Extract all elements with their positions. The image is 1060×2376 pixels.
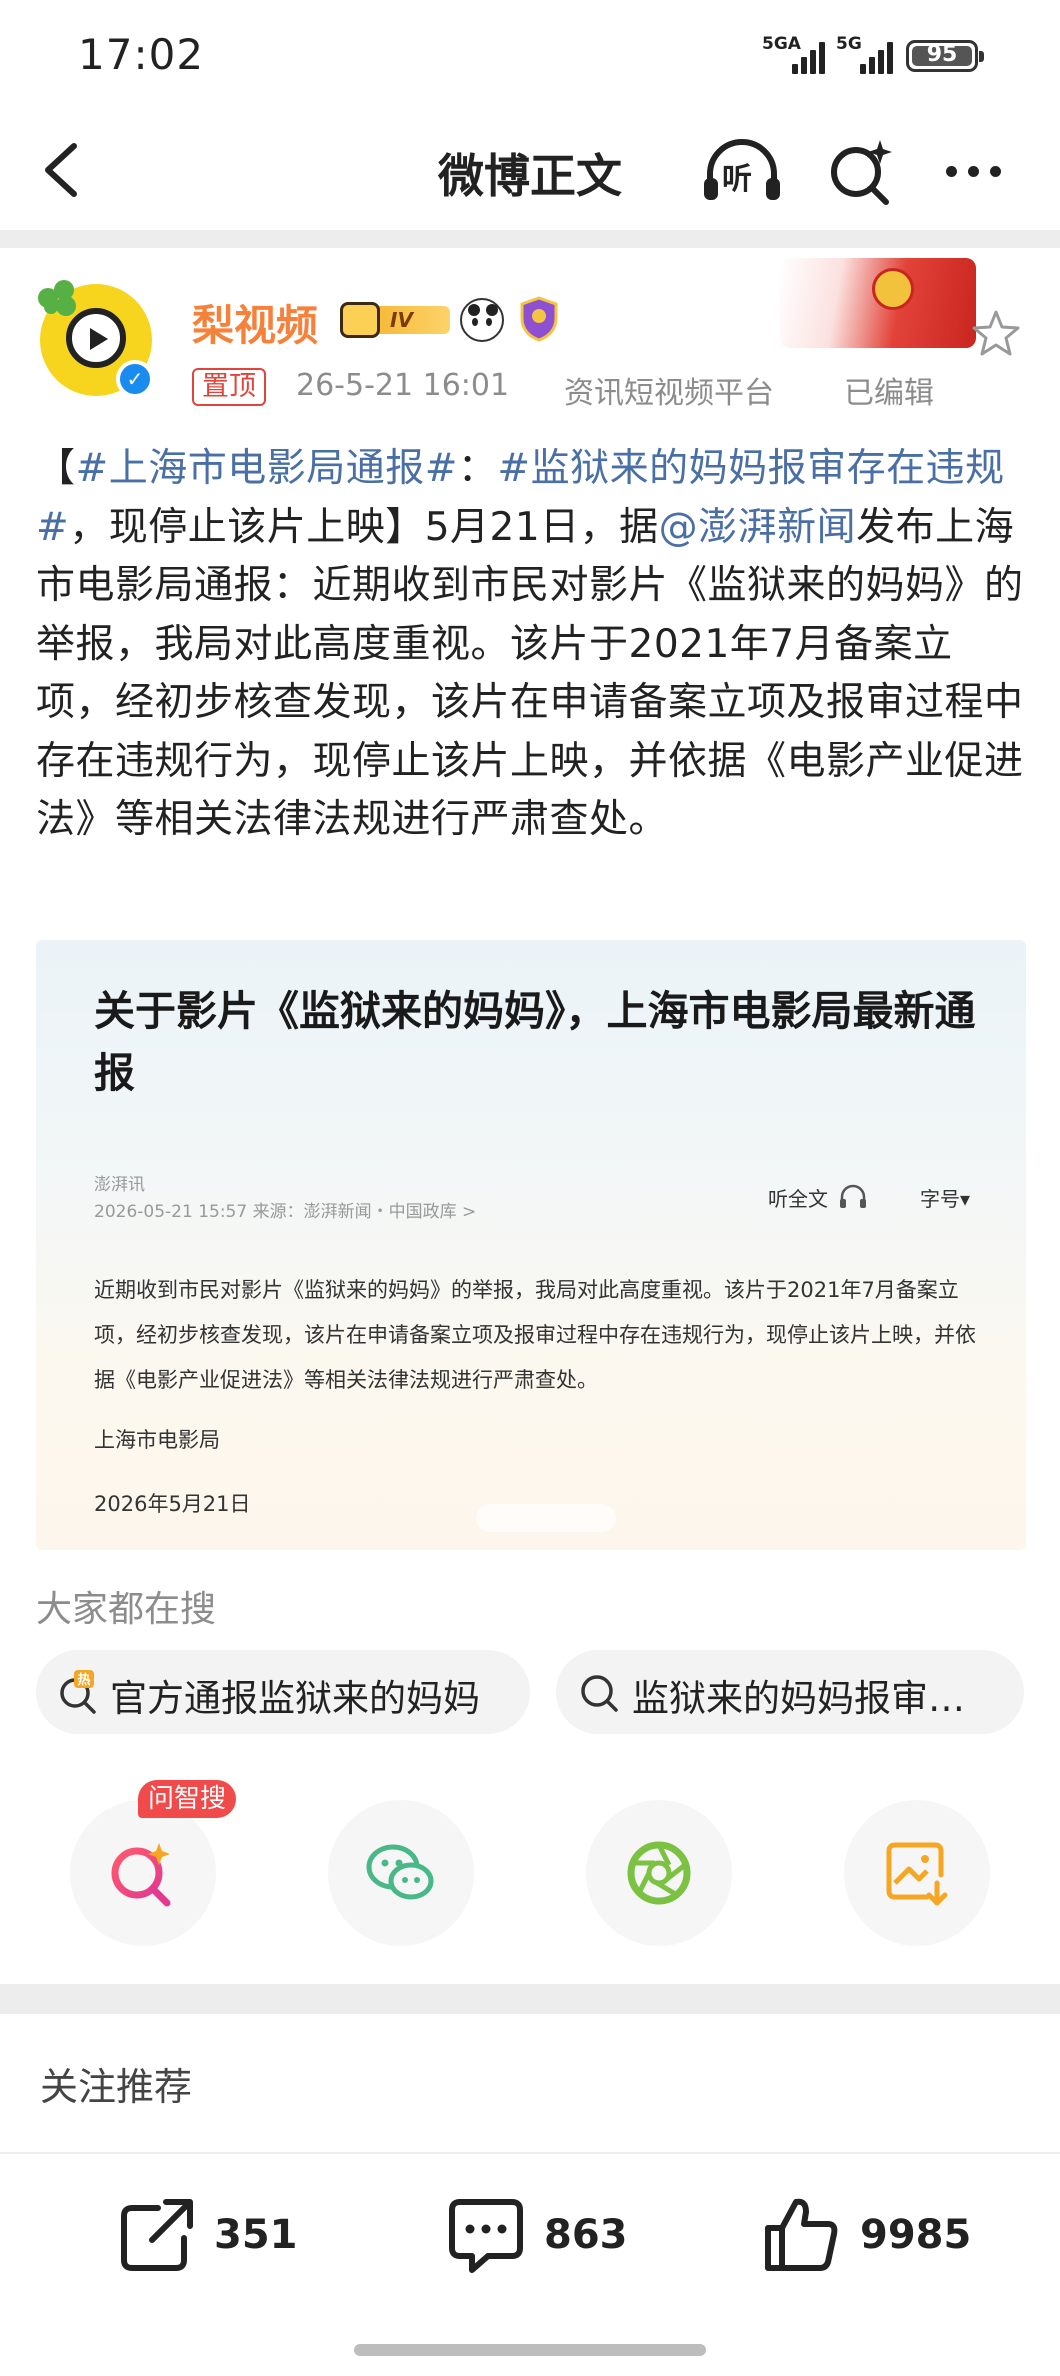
comment-button[interactable]: 863 [446, 2190, 646, 2280]
colon: ： [457, 446, 498, 491]
shield-badge-icon[interactable] [518, 296, 560, 342]
ai-search-share-button[interactable] [70, 1800, 216, 1946]
bracket-open: 【 [36, 446, 76, 491]
article-body: 近期收到市民对影片《监狱来的妈妈》的举报，我局对此高度重视。该片于2021年7月… [94, 1278, 976, 1392]
vip-level: IV [370, 306, 450, 334]
article-listen-label: 听全文 [768, 1187, 828, 1211]
moments-share-button[interactable] [586, 1800, 732, 1946]
thumbs-up-icon [765, 2198, 838, 2271]
post-body: 发布上海市电影局通报：近期收到市民对影片《监狱来的妈妈》的举报，我局对此高度重视… [36, 504, 1024, 843]
post-text: 【#上海市电影局通报#：#监狱来的妈妈报审存在违规#，现停止该片上映】5月21日… [36, 440, 1026, 850]
clover-icon [36, 278, 80, 322]
network-type-label-2: 5G [836, 34, 862, 54]
cellular-signal-icon: 5GA [762, 34, 832, 76]
listen-button[interactable]: 听 [700, 136, 784, 206]
follow-recommend-heading: 关注推荐 [40, 2065, 193, 2109]
article-signature: 上海市电影局 [94, 1428, 220, 1452]
post-text-part: ，现停止该片上映】5月21日，据 [69, 504, 659, 550]
post-image[interactable]: 关于影片《监狱来的妈妈》，上海市电影局最新通报 澎湃讯 2026-05-21 1… [36, 940, 1026, 1550]
follow-recommend-section: 关注推荐 [0, 2014, 1060, 2152]
hot-search-icon: 热 [60, 1670, 96, 1714]
battery-level: 95 [926, 42, 958, 67]
svg-text:热: 热 [77, 1672, 90, 1688]
search-sparkle-icon [831, 140, 892, 205]
battery-icon: 95 [906, 40, 984, 72]
ai-search-badge: 问智搜 [138, 1780, 237, 1818]
article-sign-date: 2026年5月21日 [94, 1492, 251, 1516]
repost-count: 351 [214, 2212, 298, 2258]
status-time: 17:02 [78, 30, 205, 79]
article-source: 澎湃讯 [94, 1175, 145, 1195]
panda-icon[interactable] [460, 298, 504, 342]
status-bar: 17:02 5GA 5G 95 [0, 0, 1060, 112]
watermark-blur [476, 1504, 616, 1532]
star-icon [972, 310, 1020, 356]
nav-bar: 微博正文 听 [0, 112, 1060, 230]
pinned-tag: 置顶 [192, 368, 266, 406]
like-count: 9985 [860, 2212, 972, 2258]
post-card: ✓ 梨视频 IV 置顶 26-5-21 16:01 资讯短视频平台 已编辑 【#… [0, 248, 1060, 1984]
article-title: 关于影片《监狱来的妈妈》，上海市电影局最新通报 [94, 987, 976, 1097]
divider [0, 230, 1060, 248]
bottom-action-bar: 351 863 9985 [0, 2152, 1060, 2376]
edited-label[interactable]: 已编辑 [844, 368, 934, 412]
moments-icon [627, 1841, 691, 1905]
divider [0, 1984, 1060, 2014]
article-font-size-label: 字号▾ [920, 1187, 971, 1211]
username[interactable]: 梨视频 [192, 292, 318, 353]
headphone-icon-small [840, 1184, 866, 1208]
save-image-button[interactable] [844, 1800, 990, 1946]
search-chip-label: 官方通报监狱来的妈妈 [110, 1677, 480, 1720]
page-title: 微博正文 [438, 149, 622, 203]
post-time: 26-5-21 16:01 [296, 368, 510, 403]
search-chip-2[interactable]: 监狱来的妈妈报审… [556, 1650, 1024, 1734]
repost-button[interactable]: 351 [118, 2190, 318, 2280]
wechat-share-button[interactable] [328, 1800, 474, 1946]
header-banner-image[interactable] [780, 258, 976, 348]
crown-icon [340, 302, 380, 338]
cellular-signal-icon-2: 5G [836, 34, 900, 76]
ai-search-icon [111, 1843, 171, 1907]
comment-count: 863 [544, 2212, 628, 2258]
home-indicator[interactable] [354, 2344, 706, 2356]
comment-icon [449, 2199, 523, 2273]
search-icon [581, 1675, 618, 1712]
trending-search-heading: 大家都在搜 [36, 1589, 217, 1630]
wechat-icon [366, 1844, 434, 1900]
save-image-icon [886, 1842, 948, 1906]
listen-label: 听 [722, 162, 752, 197]
ai-search-button[interactable] [826, 136, 896, 206]
repost-icon [121, 2199, 193, 2271]
hashtag-link[interactable]: #上海市电影局通报# [76, 446, 458, 491]
search-chip[interactable]: 热 官方通报监狱来的妈妈 [36, 1650, 530, 1734]
verified-badge-icon: ✓ [116, 360, 154, 398]
mention-link[interactable]: @澎湃新闻 [659, 505, 857, 550]
article-date-line: 2026-05-21 15:57 来源：澎湃新闻・中国政库 > [94, 1202, 477, 1222]
avatar[interactable]: ✓ [36, 278, 156, 402]
search-chip-label-2: 监狱来的妈妈报审… [632, 1677, 965, 1720]
vip-badge[interactable]: IV [340, 300, 452, 340]
more-options-button[interactable] [940, 162, 1010, 182]
like-button[interactable]: 9985 [762, 2190, 1002, 2280]
emblem-icon [872, 268, 914, 310]
favorite-button[interactable] [968, 306, 1024, 362]
post-source: 资讯短视频平台 [564, 376, 774, 411]
